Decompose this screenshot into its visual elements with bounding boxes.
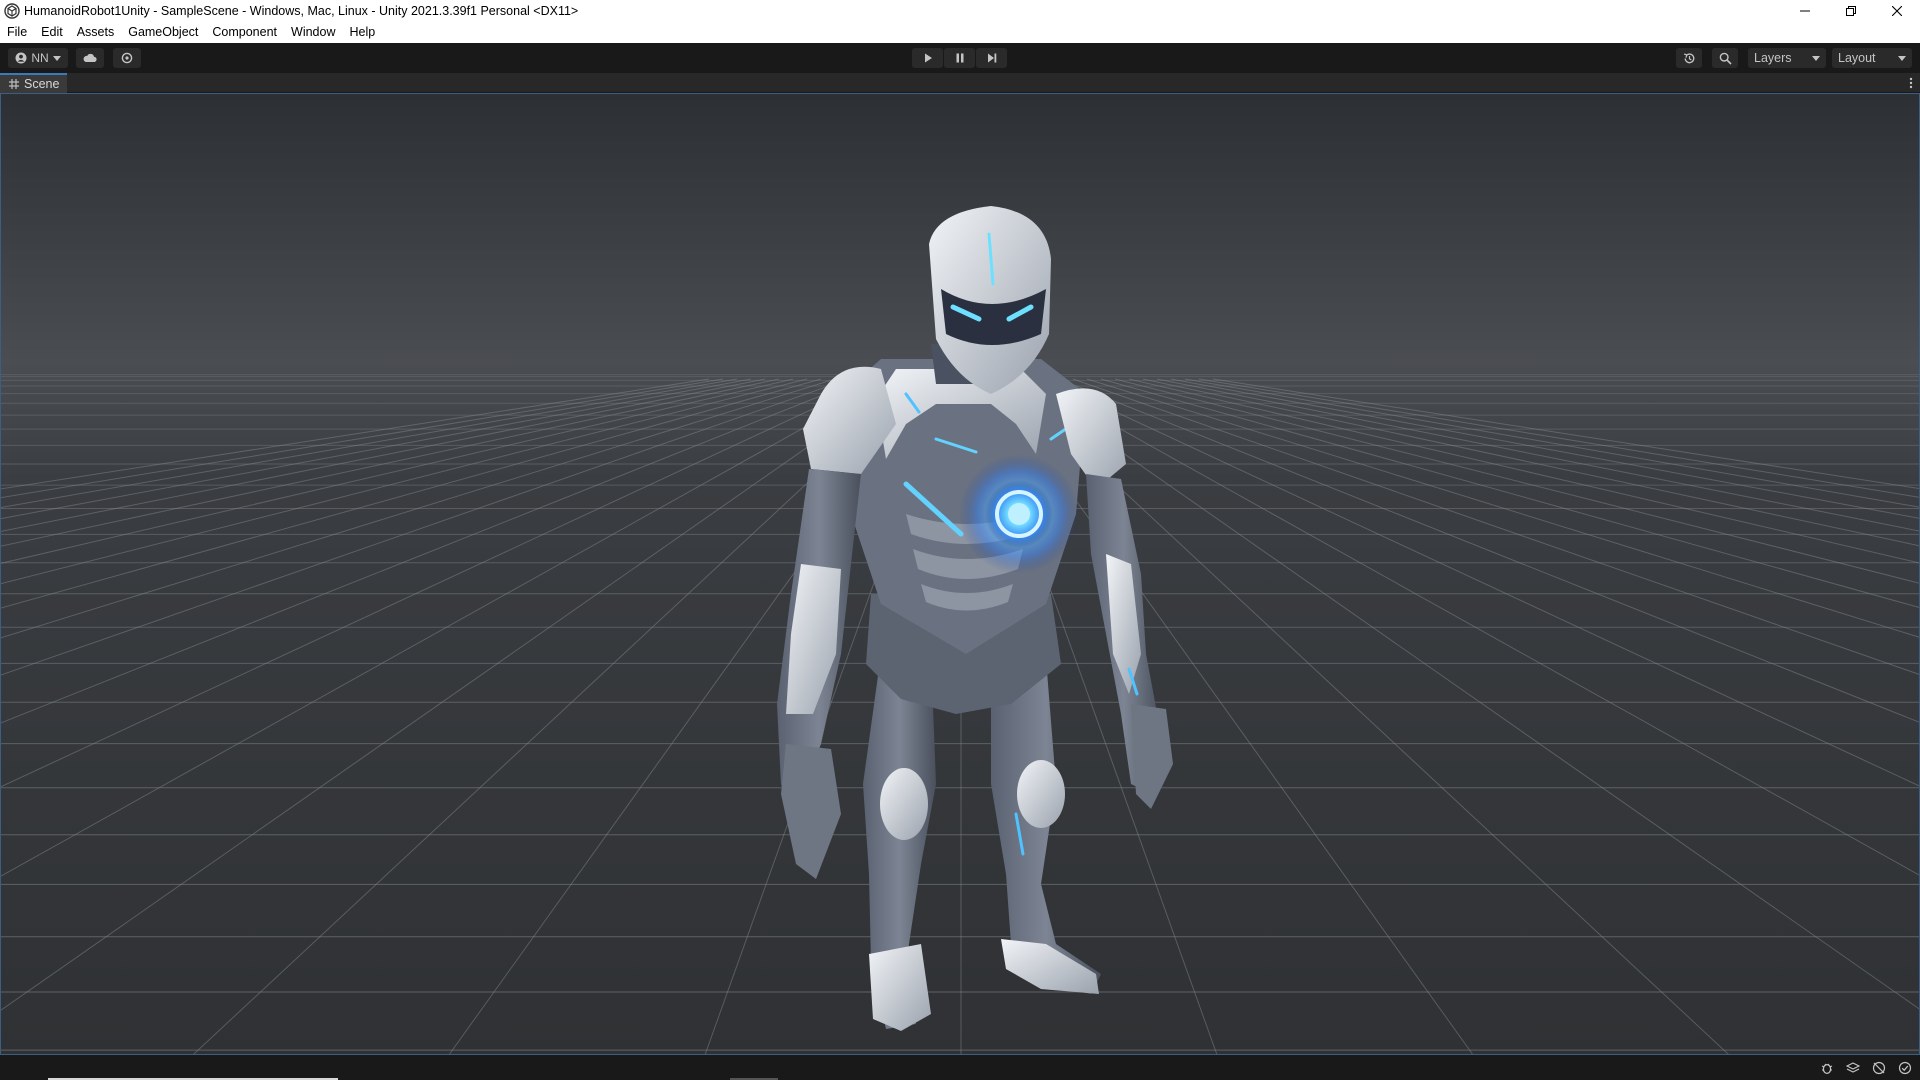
- undo-history-button[interactable]: [1676, 48, 1702, 68]
- account-label: NN: [31, 51, 49, 65]
- play-controls: [912, 48, 1007, 68]
- title-bar: HumanoidRobot1Unity - SampleScene - Wind…: [0, 0, 1920, 22]
- restore-button[interactable]: [1828, 0, 1874, 22]
- search-button[interactable]: [1712, 48, 1738, 68]
- pause-button[interactable]: [944, 48, 975, 68]
- minimize-icon: [1800, 10, 1810, 12]
- check-circle-icon[interactable]: [1896, 1059, 1914, 1077]
- network-icon[interactable]: [1870, 1059, 1888, 1077]
- collab-button[interactable]: [113, 48, 141, 68]
- close-icon: [1892, 6, 1902, 16]
- cloud-icon: [83, 53, 97, 62]
- layers-dropdown[interactable]: Layers: [1748, 48, 1826, 68]
- menu-gameobject[interactable]: GameObject: [121, 22, 205, 43]
- chevron-down-icon: [1812, 55, 1820, 61]
- layout-dropdown[interactable]: Layout: [1832, 48, 1912, 68]
- menu-window[interactable]: Window: [284, 22, 342, 43]
- status-bar: [0, 1055, 1920, 1080]
- play-icon: [924, 53, 932, 63]
- unity-logo-icon: [4, 3, 20, 19]
- minimize-button[interactable]: [1782, 0, 1828, 22]
- scene-tab-label: Scene: [24, 76, 60, 91]
- cloud-button[interactable]: [76, 48, 104, 68]
- scene-tab-strip: Scene: [0, 72, 1920, 93]
- collab-icon: [121, 52, 133, 64]
- scene-render: [1, 206, 1919, 1054]
- status-icons: [1818, 1059, 1914, 1077]
- step-button[interactable]: [976, 48, 1007, 68]
- main-toolbar: NN Layers Layout: [0, 43, 1920, 73]
- close-button[interactable]: [1874, 0, 1920, 22]
- humanoid-robot-model: [777, 206, 1173, 1031]
- search-icon: [1719, 52, 1732, 65]
- tab-scene[interactable]: Scene: [0, 72, 68, 93]
- layers-label: Layers: [1754, 51, 1792, 65]
- menu-help[interactable]: Help: [342, 22, 382, 43]
- pause-icon: [956, 53, 963, 63]
- menu-assets[interactable]: Assets: [70, 22, 122, 43]
- window-title: HumanoidRobot1Unity - SampleScene - Wind…: [24, 4, 579, 18]
- more-options-icon[interactable]: [1908, 76, 1914, 90]
- history-icon: [1683, 52, 1694, 63]
- account-icon: [15, 52, 27, 64]
- menu-edit[interactable]: Edit: [34, 22, 70, 43]
- layout-label: Layout: [1838, 51, 1876, 65]
- menu-file[interactable]: File: [0, 22, 34, 43]
- play-button[interactable]: [912, 48, 943, 68]
- account-dropdown[interactable]: NN: [8, 48, 68, 68]
- scene-viewport[interactable]: [0, 93, 1920, 1055]
- chevron-down-icon: [52, 55, 61, 61]
- restore-icon: [1846, 6, 1856, 16]
- bug-icon[interactable]: [1818, 1059, 1836, 1077]
- step-icon: [987, 53, 996, 63]
- menu-component[interactable]: Component: [205, 22, 284, 43]
- grid-icon: [9, 78, 19, 89]
- layers-stack-icon[interactable]: [1844, 1059, 1862, 1077]
- menu-bar: File Edit Assets GameObject Component Wi…: [0, 22, 1920, 43]
- chevron-down-icon: [1898, 55, 1906, 61]
